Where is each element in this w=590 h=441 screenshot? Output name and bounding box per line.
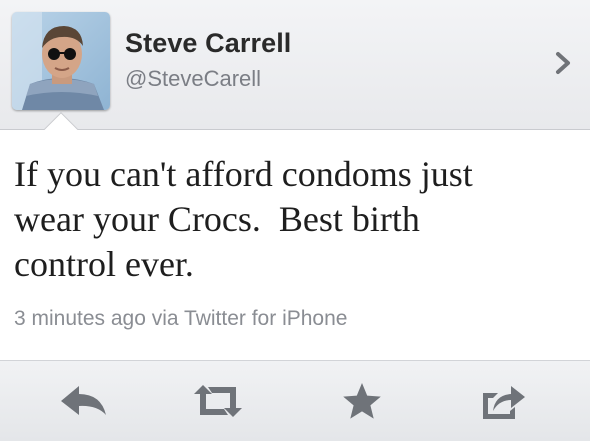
share-button[interactable] (475, 379, 531, 423)
profile-header[interactable]: Steve Carrell @SteveCarell (0, 0, 590, 130)
tweet-text: If you can't afford condoms just wear yo… (14, 154, 473, 284)
reply-icon (61, 386, 106, 415)
favorite-button[interactable] (334, 379, 390, 423)
avatar[interactable] (12, 12, 110, 110)
star-icon (343, 383, 381, 419)
tweet-meta[interactable]: 3 minutes ago via Twitter for iPhone (14, 307, 347, 331)
reply-button[interactable] (56, 379, 112, 423)
action-toolbar (0, 360, 590, 441)
user-handle: @SteveCarell (125, 66, 262, 91)
chevron-right-icon[interactable] (550, 50, 576, 76)
display-name: Steve Carrell (125, 28, 292, 58)
avatar-photo (12, 12, 110, 110)
share-icon (483, 386, 525, 419)
retweet-button[interactable] (190, 379, 246, 423)
retweet-icon (194, 385, 242, 417)
